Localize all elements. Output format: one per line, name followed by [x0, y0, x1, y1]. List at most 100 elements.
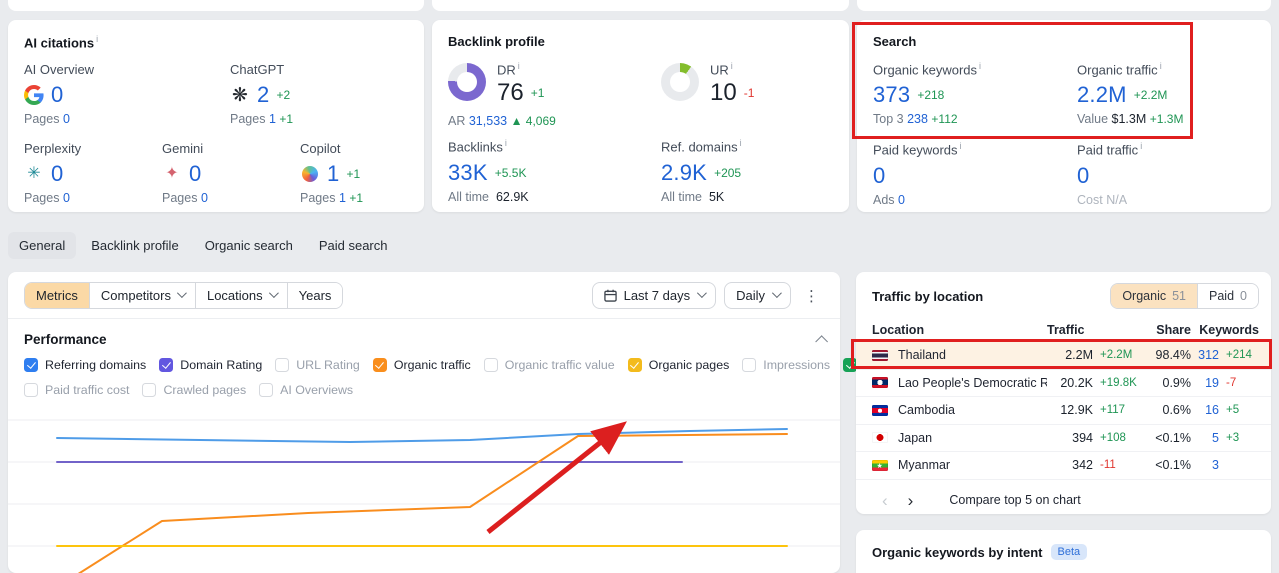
metric-organic-traffic-value[interactable]: Organic traffic value: [483, 358, 615, 372]
metric-url-rating[interactable]: URL Rating: [275, 358, 360, 372]
pages-count[interactable]: 1: [269, 112, 276, 126]
traffic-delta: +19.8K: [1100, 376, 1137, 389]
copilot-count[interactable]: 1: [327, 161, 339, 187]
organic-keywords-label: Organic keywords i: [873, 61, 982, 78]
traffic-delta: -11: [1100, 459, 1116, 472]
toggle-paid[interactable]: Paid 0: [1197, 284, 1258, 308]
metric-impressions[interactable]: Impressions: [742, 358, 830, 372]
backlink-profile-title: Backlink profile: [448, 34, 545, 49]
search-title: Search: [873, 34, 917, 49]
info-icon: i: [979, 61, 982, 71]
checkbox-icon: [843, 358, 858, 372]
traffic-by-location-card: Traffic by location Organic 51 Paid 0 Loca…: [856, 272, 1271, 514]
segment-years[interactable]: Years: [286, 283, 343, 308]
location-name: Thailand: [898, 348, 946, 363]
prev-page-icon[interactable]: ‹: [872, 492, 898, 509]
segment-metrics[interactable]: Metrics: [25, 283, 89, 308]
keywords-delta: +214: [1226, 349, 1252, 362]
pages-label: Pages: [24, 191, 60, 206]
metric-checkbox-row-2: Paid traffic cost Crawled pages AI Overv…: [8, 383, 840, 397]
pages-count[interactable]: 0: [201, 191, 208, 205]
checkbox-icon: [24, 383, 38, 397]
pages-count[interactable]: 0: [63, 112, 70, 126]
beta-badge: Beta: [1050, 544, 1088, 560]
pages-count[interactable]: 0: [63, 191, 70, 205]
kebab-menu-icon[interactable]: ⋮: [799, 287, 824, 305]
keywords-count[interactable]: 19: [1191, 376, 1219, 390]
organic-keywords-count[interactable]: 373: [873, 82, 910, 108]
checkbox-icon: [275, 358, 290, 372]
granularity-picker[interactable]: Daily: [724, 282, 791, 309]
keywords-count[interactable]: 5: [1191, 431, 1219, 445]
organic-traffic-count[interactable]: 2.2M: [1077, 82, 1127, 108]
location-row-myanmar[interactable]: Myanmar 342 -11 <0.1% 3: [856, 452, 1271, 480]
engine-label: Copilot: [300, 141, 341, 157]
pages-count[interactable]: 1: [339, 191, 346, 205]
performance-title: Performance: [24, 332, 107, 347]
traffic-value: 342: [1072, 458, 1093, 473]
traffic-by-location-title: Traffic by location: [872, 288, 984, 304]
engine-label: ChatGPT: [230, 62, 285, 78]
segment-competitors[interactable]: Competitors: [88, 283, 195, 308]
dr-label: DR i: [497, 61, 520, 78]
date-range-picker[interactable]: Last 7 days: [591, 282, 717, 309]
gemini-count[interactable]: 0: [189, 161, 201, 187]
ai-overview-count[interactable]: 0: [51, 82, 63, 108]
location-row-cambodia[interactable]: Cambodia 12.9K +117 0.6% 16 +5: [856, 397, 1271, 425]
location-row-thailand[interactable]: Thailand 2.2M +2.2M 98.4% 312 +214: [856, 342, 1271, 370]
perplexity-count[interactable]: 0: [51, 161, 63, 187]
chevron-down-icon: [697, 287, 707, 298]
metric-referring-domains[interactable]: Referring domains: [24, 358, 146, 372]
keywords-count[interactable]: 3: [1191, 458, 1219, 472]
engine-label: Perplexity: [24, 141, 82, 157]
organic-traffic-label: Organic traffic i: [1077, 61, 1162, 78]
location-row-laos[interactable]: Lao People's Democratic Reput 20.2K +19.…: [856, 370, 1271, 397]
paid-traffic-count[interactable]: 0: [1077, 163, 1089, 189]
tab-paid-search[interactable]: Paid search: [308, 232, 399, 259]
keywords-by-intent-title: Organic keywords by intent: [872, 544, 1043, 560]
checkbox-icon: [142, 383, 157, 397]
metric-domain-rating[interactable]: Domain Rating: [159, 358, 262, 372]
tab-backlink-profile[interactable]: Backlink profile: [80, 232, 189, 259]
info-icon: i: [959, 141, 962, 152]
copilot-icon: [300, 164, 320, 184]
location-row-japan[interactable]: Japan 394 +108 <0.1% 5 +3: [856, 425, 1271, 452]
ur-label: UR i: [710, 61, 733, 78]
info-icon: i: [730, 61, 733, 71]
organic-paid-toggle: Organic 51 Paid 0: [1110, 283, 1259, 309]
top-card-strip: [8, 0, 424, 11]
chevron-down-icon: [268, 287, 279, 298]
metric-ai-overviews[interactable]: AI Overviews: [259, 383, 353, 397]
location-name: Cambodia: [898, 403, 955, 418]
next-page-icon[interactable]: ›: [898, 492, 924, 509]
ref-domains-count[interactable]: 2.9K: [661, 160, 707, 186]
metric-checkbox-row-1: Referring domains Domain Rating URL Rati…: [8, 358, 922, 372]
metric-organic-pages[interactable]: Organic pages: [627, 358, 729, 372]
backlinks-count[interactable]: 33K: [448, 160, 488, 186]
organic-keywords-block: Organic keywords i 373 +218 Top 3 238 +112: [873, 61, 1077, 126]
engine-label: Gemini: [162, 141, 204, 157]
paid-keywords-block: Paid keywords i 0 Ads 0: [873, 141, 1077, 206]
toggle-organic[interactable]: Organic 51: [1111, 284, 1198, 308]
collapse-section-icon[interactable]: [815, 335, 828, 348]
keywords-delta: +3: [1226, 431, 1240, 444]
ai-engine-gemini: Gemini ✦ 0 Pages 0: [162, 141, 300, 205]
metric-organic-traffic[interactable]: Organic traffic: [372, 358, 471, 372]
traffic-delta: +117: [1100, 404, 1126, 417]
ahrefs-rank: AR 31,533 ▲ 4,069: [448, 114, 556, 129]
segment-locations[interactable]: Locations: [194, 283, 287, 308]
tab-general[interactable]: General: [8, 231, 77, 259]
metric-paid-traffic-cost[interactable]: Paid traffic cost: [24, 383, 129, 397]
performance-card: Metrics Competitors Locations Years Last…: [8, 272, 922, 573]
keywords-count[interactable]: 312: [1191, 348, 1219, 362]
backlinks-label: Backlinks i: [448, 138, 507, 155]
metric-crawled-pages[interactable]: Crawled pages: [142, 383, 246, 397]
chatgpt-count[interactable]: 2: [257, 82, 269, 108]
domain-rating-block: DR i 76 +1 AR 31,533 ▲ 4,069: [448, 61, 661, 128]
checkbox-icon: [372, 358, 387, 372]
keywords-count[interactable]: 16: [1191, 403, 1219, 417]
paid-keywords-count[interactable]: 0: [873, 163, 885, 189]
compare-top5-link[interactable]: Compare top 5 on chart: [949, 493, 1080, 507]
top-card-strip: [857, 0, 1271, 11]
tab-organic-search[interactable]: Organic search: [194, 232, 304, 259]
